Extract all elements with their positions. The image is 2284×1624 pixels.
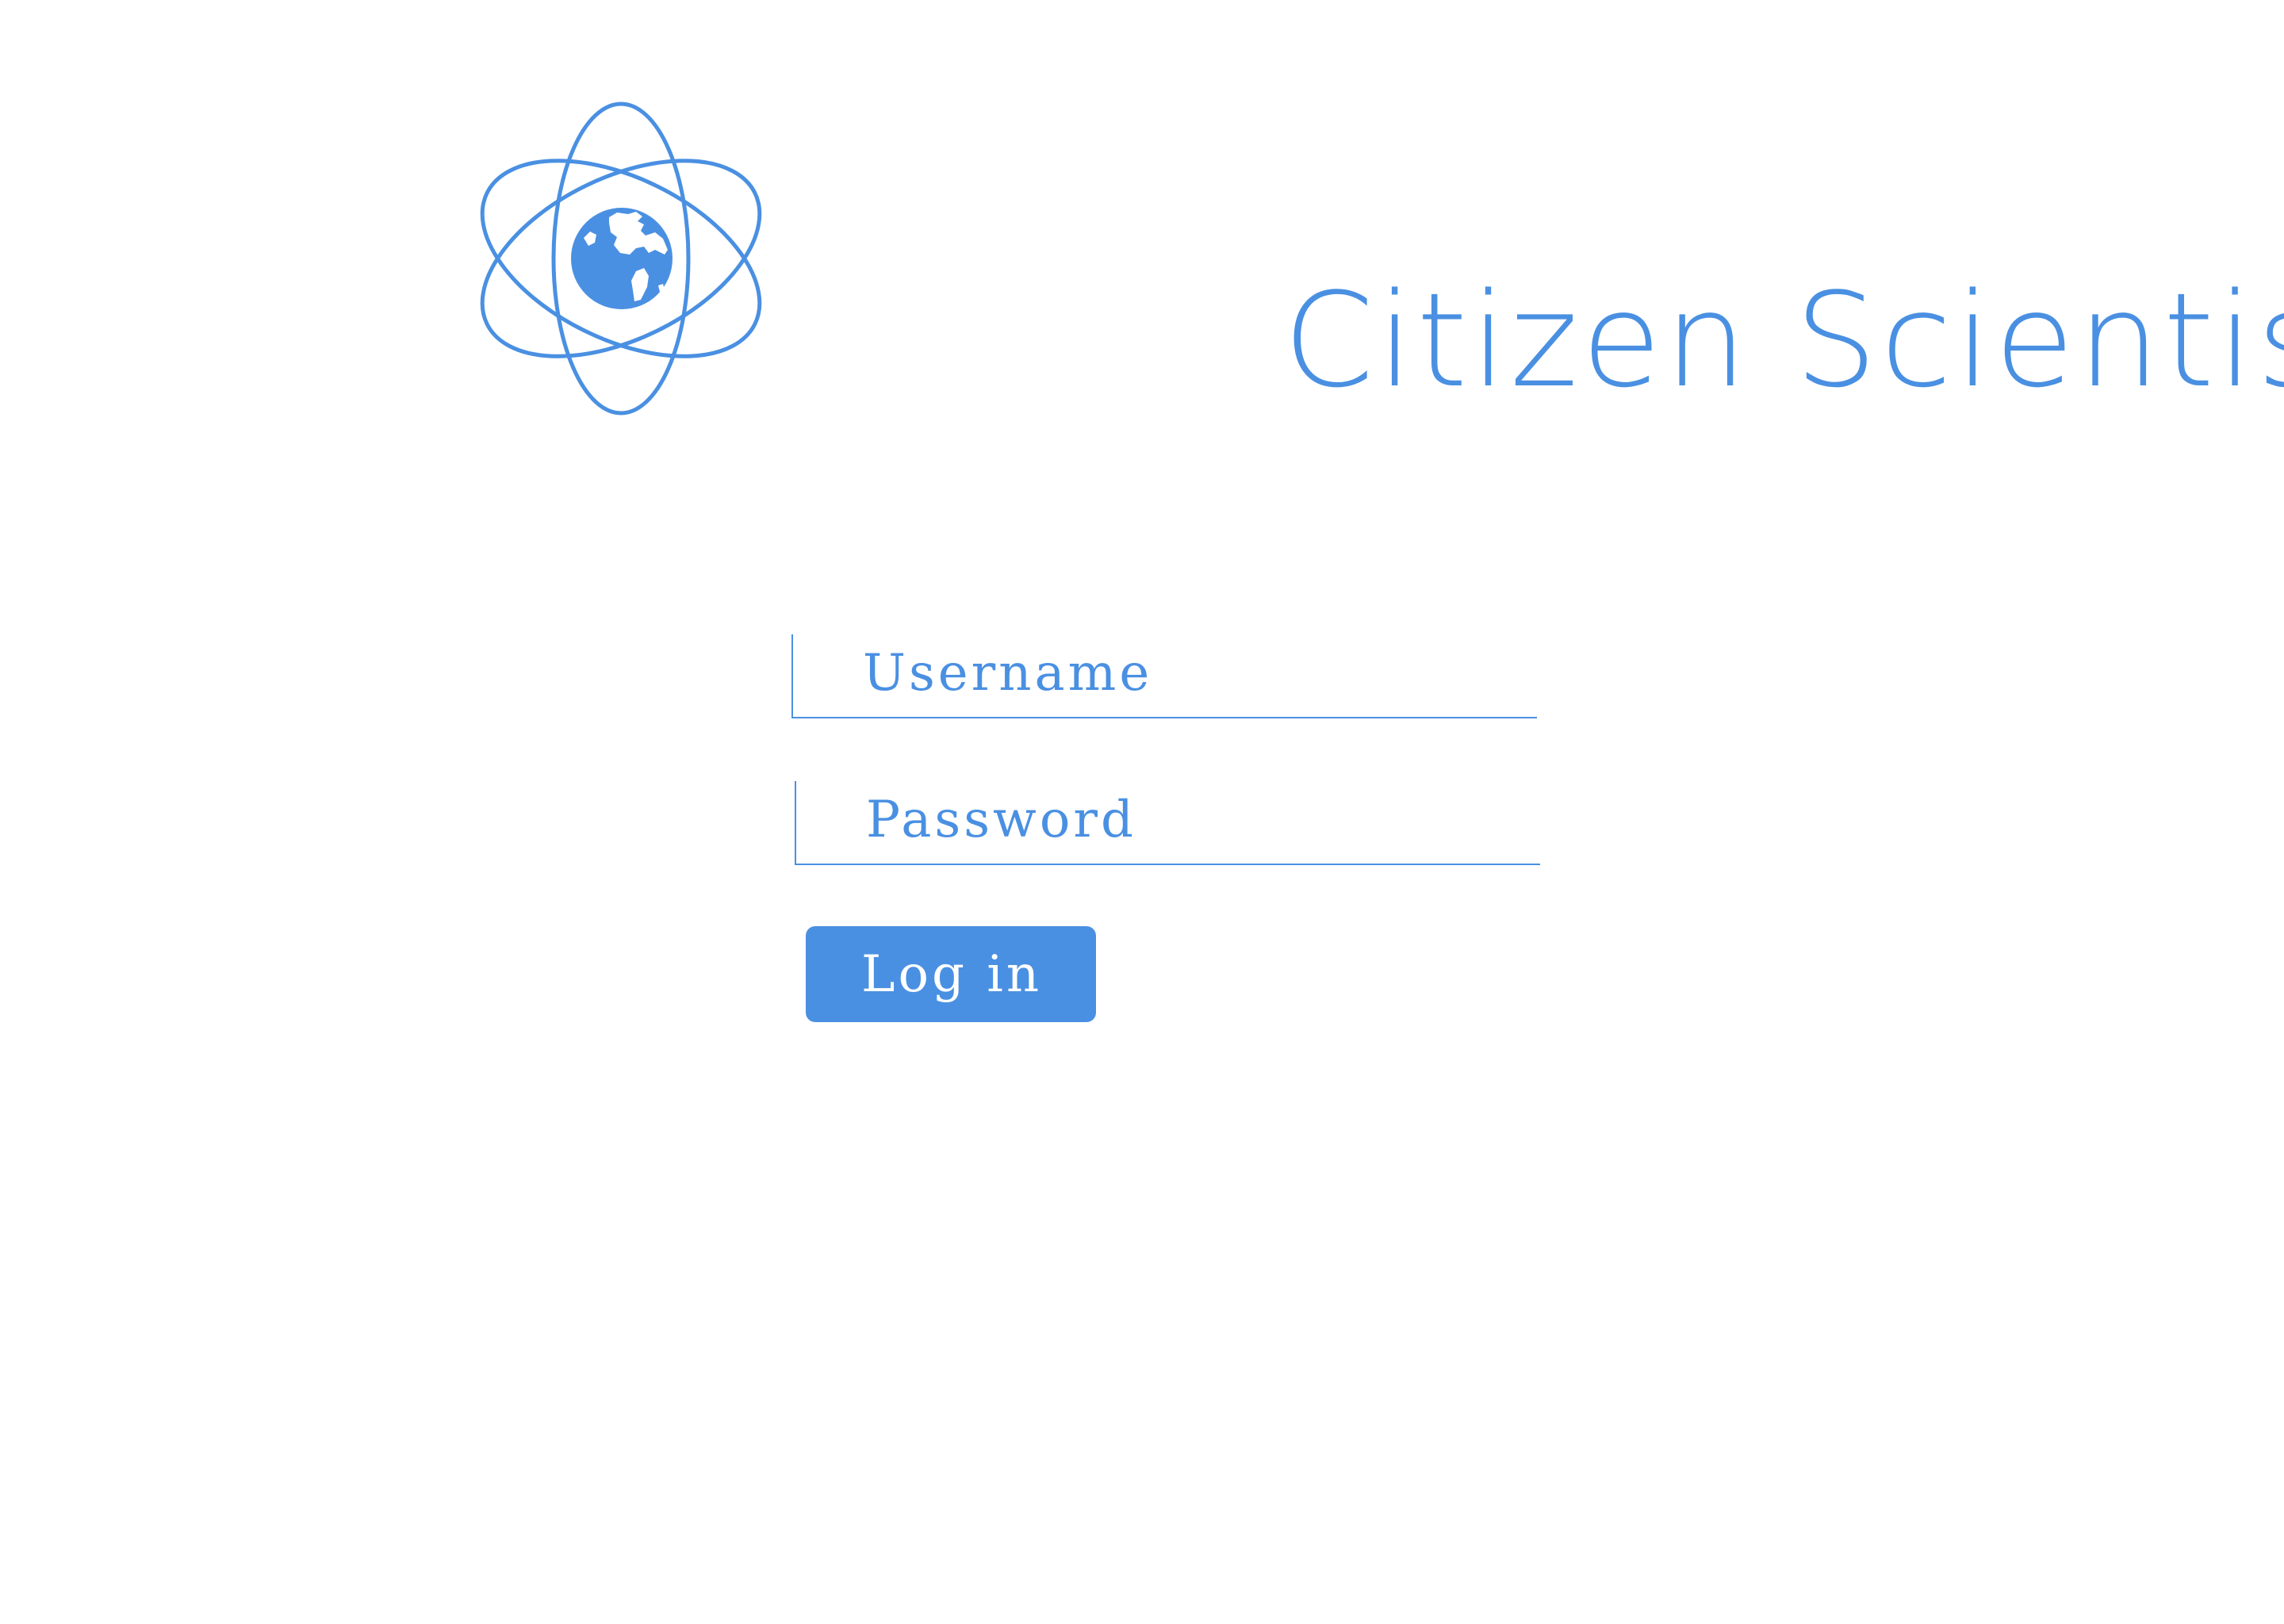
- atom-globe-icon: [480, 102, 762, 416]
- username-input[interactable]: [863, 638, 1513, 709]
- log-in-button[interactable]: Log in: [806, 926, 1096, 1022]
- brand-title: Citizen Scientist: [1283, 265, 2284, 416]
- username-field[interactable]: [791, 634, 1537, 718]
- password-input[interactable]: [866, 784, 1516, 856]
- password-field[interactable]: [795, 781, 1540, 865]
- globe-icon: [571, 208, 673, 309]
- brand-header: Citizen Scientist: [474, 102, 2284, 419]
